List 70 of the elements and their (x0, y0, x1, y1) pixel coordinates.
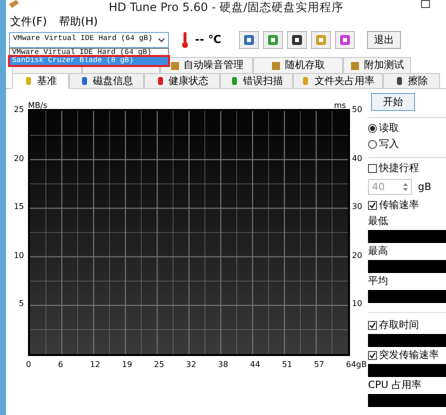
radio-button[interactable] (368, 124, 377, 133)
tab-label: 自动噪音管理 (184, 58, 244, 73)
axis-tick: 20 (352, 250, 362, 262)
menu-item[interactable]: 帮助(H) (58, 14, 98, 31)
checkbox-label: 突发传输速率 (379, 348, 439, 363)
radio-label: 读取 (379, 122, 399, 136)
tab[interactable]: 随机存取 (253, 57, 343, 73)
tab-icon (394, 76, 404, 86)
stat-label: 最低 (368, 215, 389, 229)
thermometer-icon (181, 32, 189, 48)
spin-arrows-icon (403, 182, 408, 192)
tab[interactable]: 健康状态 (144, 73, 220, 89)
axis-tick: 10 (352, 298, 362, 310)
axis-tick: 12 (90, 359, 100, 371)
checkbox[interactable] (368, 201, 377, 210)
exit-button[interactable]: 退出 (367, 31, 401, 49)
tab-icon (80, 76, 90, 86)
checkbox-label: 快捷行程 (379, 162, 419, 176)
axis-tick: 19 (122, 359, 132, 371)
axis-tick: 20 (14, 152, 24, 165)
axis-tick: 30 (352, 201, 362, 214)
tab-label: 随机存取 (285, 58, 325, 73)
radio-button[interactable] (368, 140, 377, 149)
axis-tick: 32 (186, 359, 196, 371)
tab[interactable]: 自动噪音管理 (160, 57, 253, 73)
axis-tick: 5 (18, 298, 24, 310)
axis-tick: 6 (58, 359, 64, 371)
stat-label: CPU 占用率 (368, 378, 423, 393)
axis-tick: 0 (26, 359, 32, 371)
axis-tick: 51 (282, 359, 292, 371)
tab[interactable]: 基准 (12, 73, 70, 89)
radio-label: 写入 (379, 138, 399, 152)
checkbox[interactable] (368, 321, 377, 330)
tab-icon (230, 76, 240, 86)
axis-unit: MB/s (28, 100, 48, 112)
tab-label: 附加测试 (364, 58, 404, 73)
tab[interactable]: 擦除 (382, 73, 440, 89)
axis-tick: 38 (218, 359, 228, 371)
maximize-icon[interactable] (421, 0, 430, 8)
chevron-down-icon (158, 38, 165, 42)
axis-tick: 64gB (346, 359, 367, 371)
axis-unit: ms (334, 100, 346, 112)
axis-tick: 50 (352, 104, 362, 116)
axis-tick: 25 (154, 359, 164, 371)
tab-icon (301, 76, 310, 86)
tab[interactable]: 附加测试 (343, 57, 411, 73)
unit-label: gB (418, 180, 432, 194)
temperature-reading: -- ℃ (195, 32, 222, 48)
tab[interactable]: 错误扫描 (220, 73, 293, 89)
axis-tick: 25 (14, 104, 24, 116)
checkbox[interactable] (368, 351, 377, 360)
start-button[interactable]: 开始 (371, 93, 415, 111)
tab-icon (350, 60, 360, 70)
axis-tick: 44 (250, 359, 260, 371)
axis-tick: 10 (14, 250, 24, 262)
app-icon (8, 0, 20, 10)
window-title: HD Tune Pro 5.60 - 硬盘/固态硬盘实用程序 (108, 0, 344, 14)
stat-label: 平均 (368, 275, 389, 289)
checkbox-label: 传输速率 (379, 198, 419, 213)
axis-tick: 40 (352, 152, 362, 165)
checkbox-label: 存取时间 (379, 318, 419, 333)
tab[interactable]: 文件夹占用率 (292, 73, 383, 89)
axis-tick: 15 (14, 201, 24, 214)
checkbox[interactable] (368, 164, 377, 173)
axis-tick: 57 (314, 359, 324, 371)
tab[interactable]: 磁盘信息 (69, 73, 144, 89)
tab-icon (271, 60, 281, 70)
stat-label: 最高 (368, 244, 389, 259)
tab-icon (24, 76, 34, 86)
menu-item[interactable]: 文件(F) (10, 14, 47, 31)
